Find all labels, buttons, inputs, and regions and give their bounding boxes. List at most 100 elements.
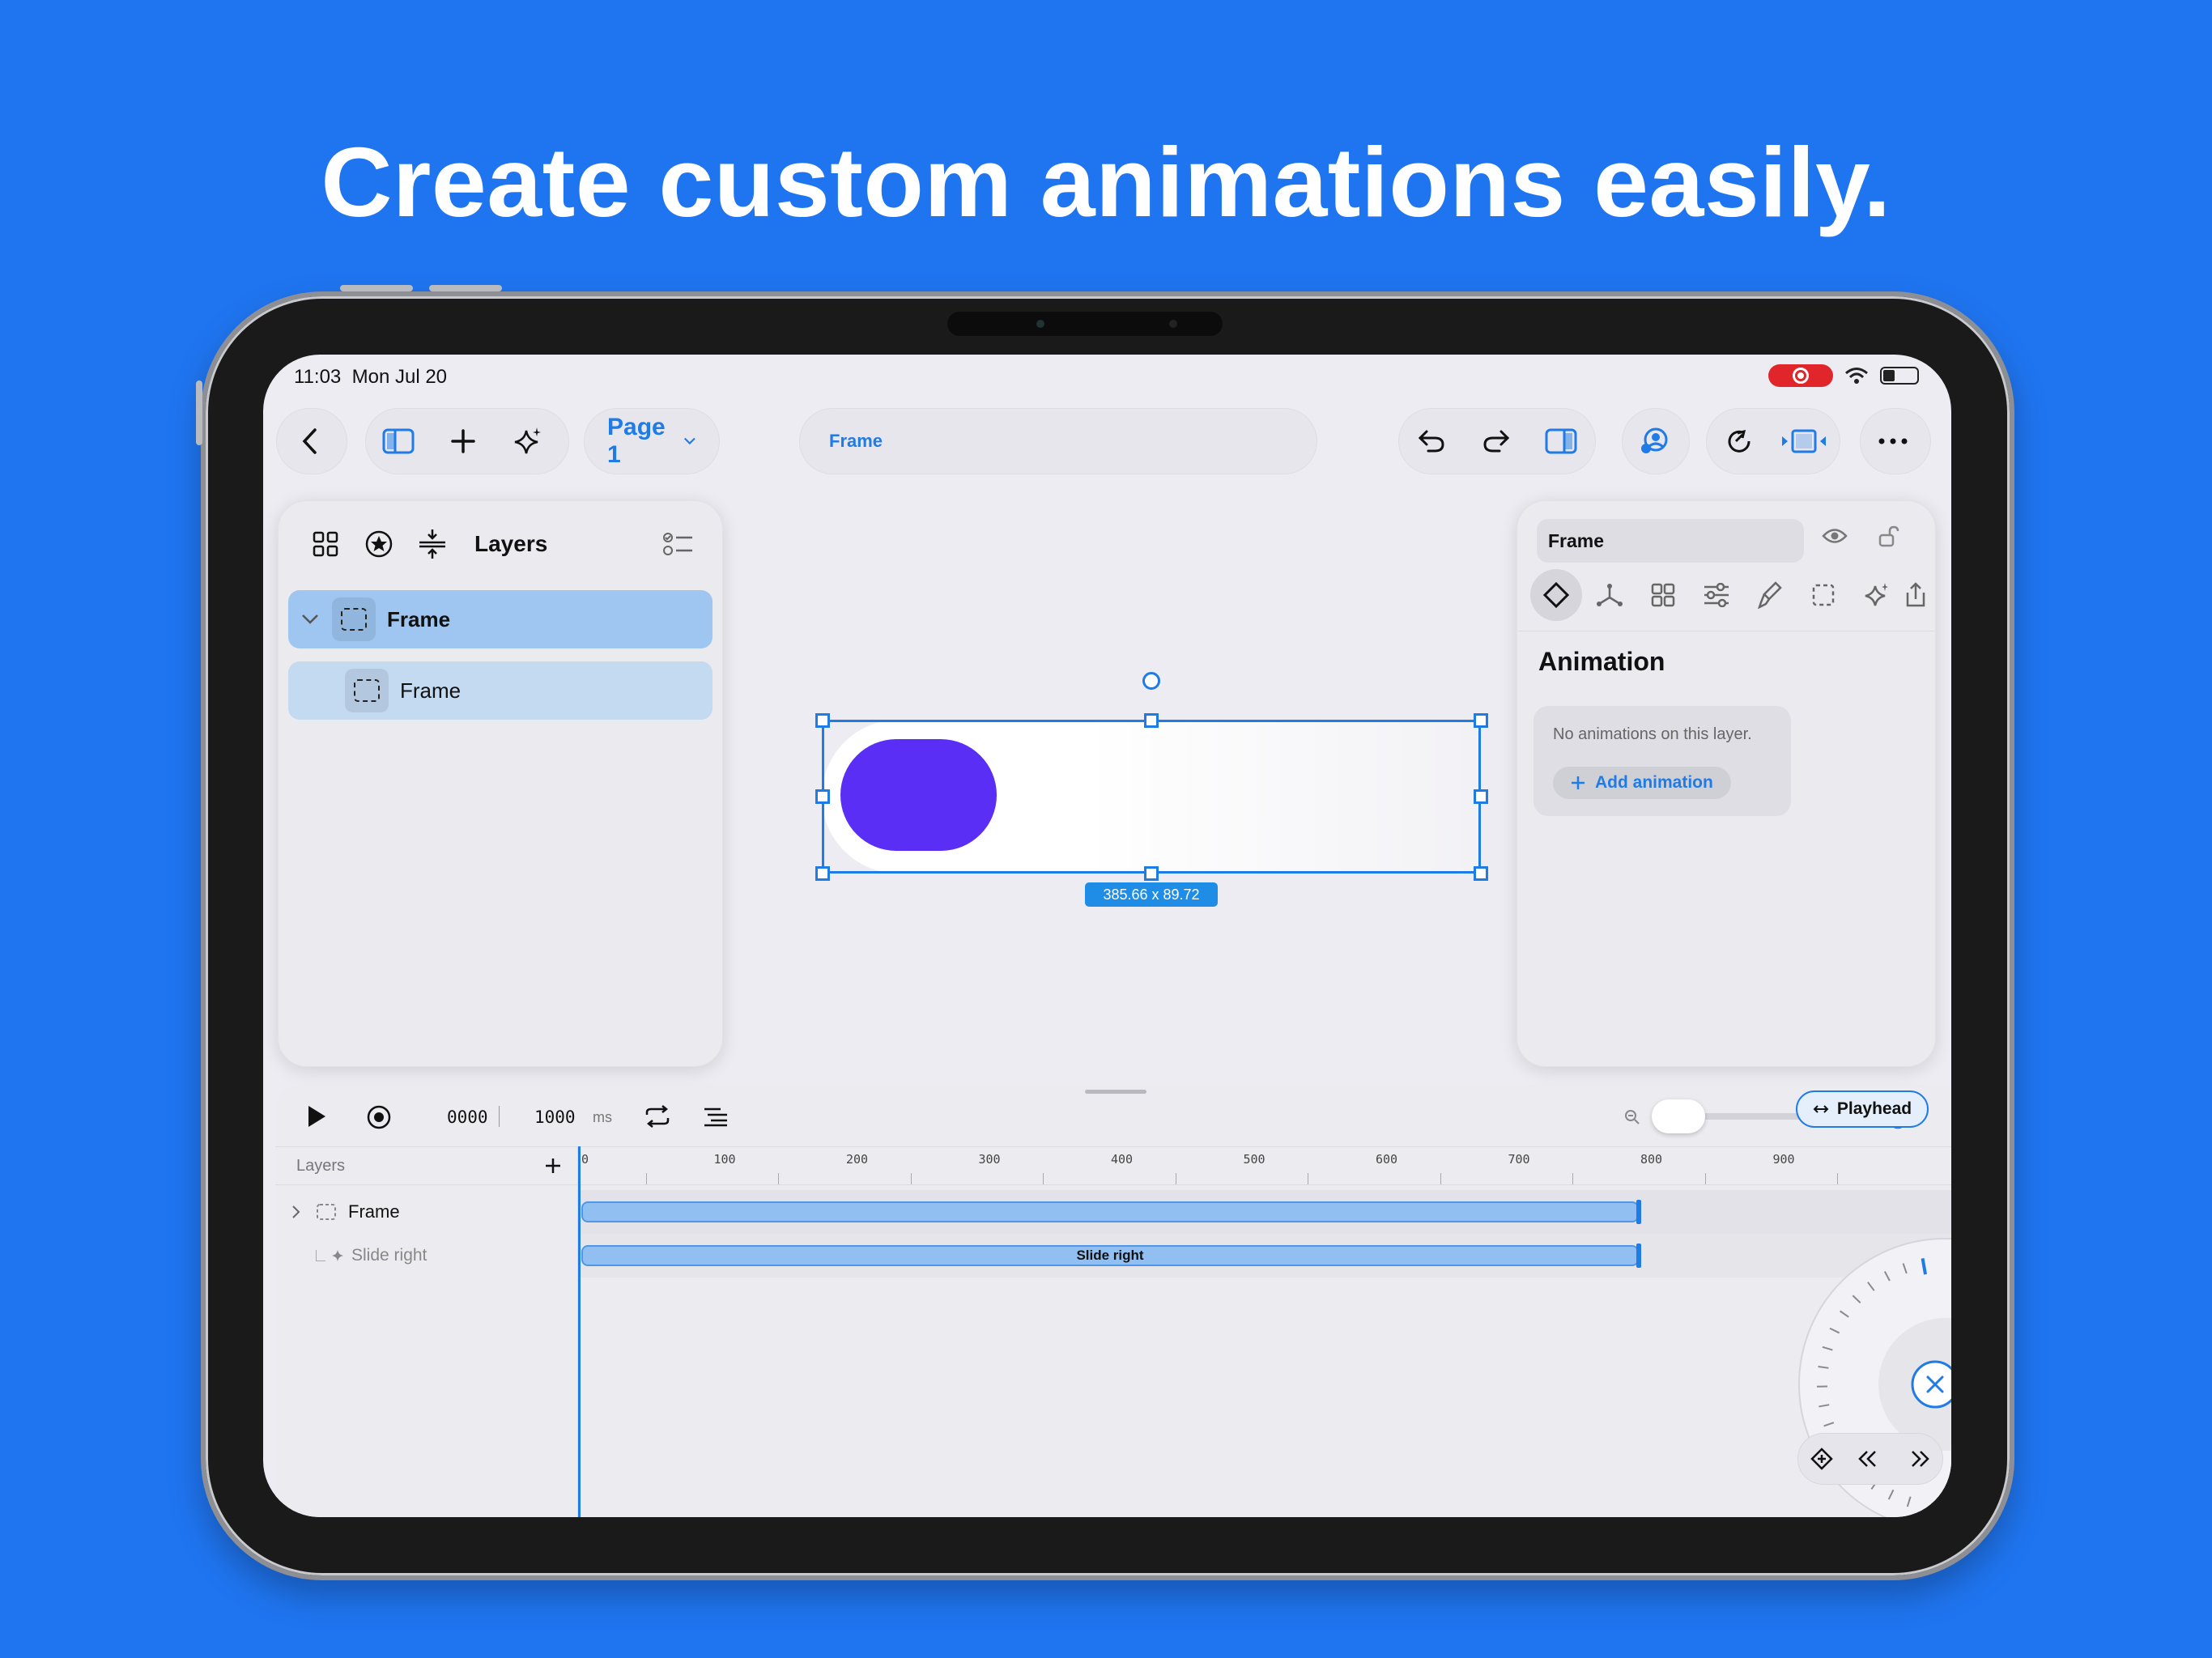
- slide-right-animation-bar[interactable]: Slide right: [581, 1245, 1639, 1266]
- preview-pill: [1706, 408, 1840, 474]
- tab-animation[interactable]: [1530, 569, 1582, 621]
- redo-icon: [1483, 430, 1510, 453]
- tab-adjustments[interactable]: [1691, 569, 1742, 621]
- resize-handle-br[interactable]: [1474, 866, 1488, 881]
- page-dropdown[interactable]: Page 1: [585, 414, 719, 469]
- preview-button[interactable]: [1772, 408, 1836, 474]
- refresh-button[interactable]: [1707, 408, 1772, 474]
- collaborator-icon: [1641, 427, 1668, 453]
- record-button[interactable]: [366, 1104, 392, 1134]
- resize-handle-tm[interactable]: [1144, 713, 1159, 728]
- share-icon: [1906, 582, 1925, 607]
- layer-row-frame-child[interactable]: Frame: [288, 661, 713, 720]
- inspector-panel-icon: [1545, 428, 1577, 454]
- refresh-icon: [1728, 429, 1750, 453]
- more-pill: [1860, 408, 1931, 474]
- tab-layout[interactable]: [1637, 569, 1689, 621]
- tab-effects[interactable]: [1851, 569, 1903, 621]
- playhead-button[interactable]: Playhead: [1796, 1090, 1929, 1128]
- ai-sparkle-button[interactable]: [496, 408, 560, 474]
- frame-icon: [332, 597, 376, 641]
- duration-unit: ms: [593, 1109, 612, 1125]
- resize-handle-bm[interactable]: [1144, 866, 1159, 881]
- add-animation-label: Add animation: [1595, 773, 1713, 792]
- back-pill: [276, 408, 347, 474]
- resize-handle-ml[interactable]: [815, 789, 830, 804]
- zoom-out-icon: [1625, 1110, 1640, 1124]
- tab-export[interactable]: [1904, 569, 1929, 621]
- volume-button: [340, 285, 413, 291]
- record-icon: [367, 1105, 391, 1129]
- ruler-tick: [1572, 1173, 1574, 1184]
- previous-keyframe-icon[interactable]: [1857, 1448, 1882, 1469]
- current-time-field[interactable]: 0000: [447, 1107, 488, 1127]
- camera-housing: [947, 312, 1223, 336]
- frame-bar-end-handle[interactable]: [1636, 1200, 1641, 1224]
- zoom-slider-knob[interactable]: [1652, 1099, 1705, 1133]
- timeline-row-slide-right[interactable]: Slide right: [275, 1234, 578, 1278]
- ruler-tick: [910, 1173, 912, 1184]
- sidebar-toggle-button[interactable]: [366, 408, 431, 474]
- layer-name-field[interactable]: Frame: [1537, 519, 1804, 563]
- back-button[interactable]: [277, 408, 342, 474]
- more-button[interactable]: [1861, 408, 1925, 474]
- diamond-icon: [1542, 581, 1570, 609]
- timeline-row-frame[interactable]: Frame: [275, 1190, 578, 1234]
- plus-icon: [451, 429, 475, 453]
- add-keyframe-icon[interactable]: [1810, 1448, 1833, 1470]
- tab-fill[interactable]: [1744, 569, 1796, 621]
- chevron-right-icon[interactable]: [291, 1205, 301, 1219]
- play-button[interactable]: [306, 1104, 327, 1133]
- playhead-line[interactable]: [578, 1146, 581, 1517]
- align-tab-button[interactable]: [408, 520, 457, 568]
- inspector-toggle-button[interactable]: [1529, 408, 1593, 474]
- layer-filter-button[interactable]: [654, 520, 703, 568]
- ruler-tick: [778, 1173, 780, 1184]
- selection-box[interactable]: [822, 720, 1481, 874]
- chevron-down-icon[interactable]: [301, 614, 319, 625]
- layer-row-frame-parent[interactable]: Frame: [288, 590, 713, 648]
- layer-label: Frame: [387, 606, 451, 631]
- resize-handle-bl[interactable]: [815, 866, 830, 881]
- redo-button[interactable]: [1464, 408, 1529, 474]
- duration-field[interactable]: 1000: [534, 1107, 576, 1127]
- tree-connector: [316, 1250, 325, 1261]
- resize-handle-mr[interactable]: [1474, 789, 1488, 804]
- visibility-toggle[interactable]: [1822, 527, 1848, 549]
- frame-name-pill[interactable]: Frame: [799, 408, 1317, 474]
- time-ruler[interactable]: 0 100 200 300 400 500 600 700 800 900: [578, 1146, 1951, 1185]
- page-selector[interactable]: Page 1: [584, 408, 720, 474]
- add-button[interactable]: [431, 408, 496, 474]
- status-indicators: [1768, 364, 1919, 387]
- slide-right-bar-end-handle[interactable]: [1636, 1244, 1641, 1268]
- collaborate-button[interactable]: [1623, 408, 1687, 474]
- power-button: [196, 380, 202, 445]
- status-time-date: 11:03 Mon Jul 20: [294, 366, 447, 389]
- rotation-handle[interactable]: [1142, 672, 1160, 690]
- arrows-horizontal-icon: [1813, 1105, 1829, 1113]
- time-separator: [499, 1106, 500, 1127]
- headline: Create custom animations easily.: [321, 127, 1891, 237]
- tab-frame[interactable]: [1797, 569, 1849, 621]
- battery-icon: [1880, 367, 1919, 385]
- sparkle-icon: [514, 427, 541, 454]
- zoom-out-button[interactable]: [1624, 1109, 1640, 1129]
- tools-pill: [365, 408, 569, 474]
- resize-handle-tr[interactable]: [1474, 713, 1488, 728]
- add-animation-button[interactable]: Add animation: [1553, 767, 1731, 799]
- ruler-label: 100: [713, 1152, 736, 1167]
- favorites-tab-button[interactable]: [355, 520, 403, 568]
- loop-button[interactable]: [644, 1104, 670, 1133]
- frame-duration-bar[interactable]: [581, 1201, 1639, 1222]
- ruler-tick: [645, 1173, 647, 1184]
- assets-tab-button[interactable]: [301, 520, 350, 568]
- tab-path[interactable]: [1584, 569, 1636, 621]
- easing-list-button[interactable]: [703, 1106, 729, 1131]
- next-keyframe-icon[interactable]: [1906, 1448, 1930, 1469]
- add-track-button[interactable]: [544, 1157, 562, 1179]
- lock-toggle[interactable]: [1878, 525, 1899, 552]
- ruler-tick: [1440, 1173, 1441, 1184]
- resize-handle-tl[interactable]: [815, 713, 830, 728]
- undo-button[interactable]: [1399, 408, 1464, 474]
- plus-icon: [546, 1158, 560, 1173]
